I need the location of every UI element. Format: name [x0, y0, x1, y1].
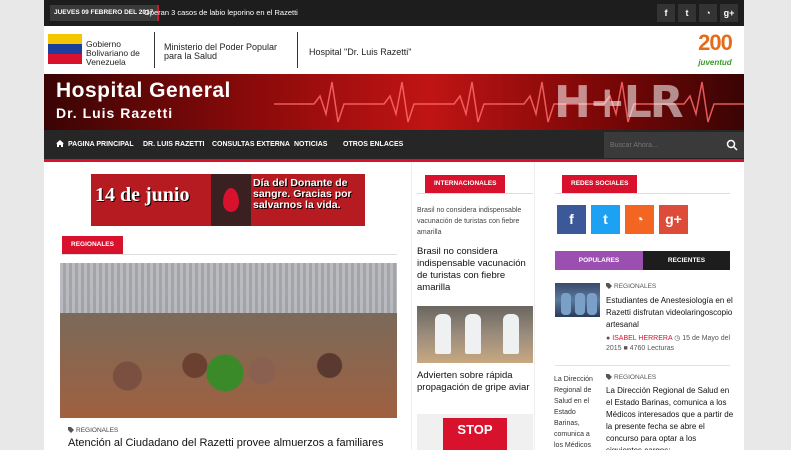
- google-plus-icon[interactable]: g+: [659, 205, 688, 234]
- clock-icon: ◷: [674, 335, 681, 342]
- page: JUEVES 09 FEBRERO DEL 2017 Operan 3 caso…: [44, 0, 744, 450]
- twitter-icon[interactable]: t: [678, 4, 696, 22]
- divider: [154, 32, 155, 68]
- blood-donor-ad[interactable]: 14 de junio Día del Donante de sangre. G…: [91, 174, 365, 226]
- hlr-logo: H+LR: [554, 77, 684, 128]
- nav-item-otros-enlaces[interactable]: OTROS ENLACES: [343, 130, 403, 159]
- ad-date: 14 de junio: [95, 184, 190, 206]
- post-thumbnail[interactable]: [555, 283, 600, 317]
- tag-icon: [606, 283, 612, 289]
- category-label: REGIONALES: [76, 427, 119, 434]
- tag-icon: [606, 374, 612, 380]
- post-author[interactable]: ISABEL HERRERA: [612, 335, 672, 342]
- gripe-aviar-image[interactable]: [417, 306, 533, 363]
- category-label: REGIONALES: [614, 283, 657, 290]
- banner-subtitle: Dr. Luis Razetti: [56, 105, 174, 121]
- ad-text: Día del Donante de sangre. Gracias por s…: [253, 177, 352, 211]
- blood-drop-icon: [223, 188, 239, 212]
- ad-image: [211, 174, 251, 226]
- news-ticker[interactable]: Operan 3 casos de labio leporino en el R…: [144, 5, 298, 21]
- search-icon[interactable]: [726, 139, 738, 151]
- venezuela-flag-icon: [48, 34, 82, 64]
- date-label: JUEVES 09 FEBRERO DEL 2017: [50, 5, 160, 21]
- post-category[interactable]: REGIONALES: [606, 282, 656, 290]
- stop-label: STOP: [457, 422, 493, 437]
- post-title[interactable]: La Dirección Regional de Salud en el Est…: [606, 385, 734, 450]
- google-plus-icon[interactable]: g+: [720, 4, 738, 22]
- post-thumbnail-text[interactable]: La Dirección Regional de Salud en el Est…: [554, 374, 596, 450]
- twitter-icon[interactable]: t: [591, 205, 620, 234]
- stop-image[interactable]: STOP: [417, 414, 533, 450]
- featured-article-image[interactable]: [60, 263, 397, 418]
- juventud-logo: 200 juventud: [688, 30, 742, 72]
- tab-recientes[interactable]: RECIENTES: [643, 251, 730, 270]
- article-summary[interactable]: Brasil no considera indispensable vacuna…: [417, 205, 535, 238]
- top-social-links: f t ◔ g+: [657, 4, 738, 22]
- facebook-icon[interactable]: f: [657, 4, 675, 22]
- government-header: Gobierno Bolivariano de Venezuela Minist…: [44, 26, 744, 74]
- post-divider: [555, 365, 730, 366]
- banner-title: Hospital General: [56, 79, 231, 102]
- nav-item-razetti[interactable]: DR. LUIS RAZETTI: [143, 130, 204, 159]
- hospital-label: Hospital "Dr. Luis Razetti": [309, 47, 412, 57]
- post-title[interactable]: Estudiantes de Anestesiología en el Raze…: [606, 295, 734, 331]
- home-icon: [56, 140, 64, 147]
- section-tab-redes-sociales: REDES SOCIALES: [562, 175, 638, 193]
- section-divider: [555, 193, 730, 194]
- social-links: f t ◔ g+: [557, 205, 688, 234]
- article-headline[interactable]: Brasil no considera indispensable vacuna…: [417, 246, 535, 294]
- eye-icon: ■: [623, 345, 628, 352]
- search-box: [604, 132, 744, 158]
- section-divider: [62, 254, 397, 255]
- search-input[interactable]: [604, 132, 724, 158]
- article-headline[interactable]: Advierten sobre rápida propagación de gr…: [417, 370, 535, 394]
- user-icon: ●: [606, 335, 611, 342]
- divider: [297, 32, 298, 68]
- ministry-label: Ministerio del Poder Popular para la Sal…: [164, 42, 278, 61]
- tab-populares[interactable]: POPULARES: [555, 251, 643, 270]
- section-tab-regionales[interactable]: REGIONALES: [62, 236, 123, 254]
- facebook-icon[interactable]: f: [557, 205, 586, 234]
- featured-headline[interactable]: Atención al Ciudadano del Razetti provee…: [68, 437, 398, 450]
- hospital-banner[interactable]: Hospital General Dr. Luis Razetti H+LR: [44, 74, 744, 130]
- government-label: Gobierno Bolivariano de Venezuela: [86, 39, 140, 67]
- article-category[interactable]: REGIONALES: [68, 426, 118, 434]
- post-reads: 4760 Lecturas: [629, 345, 675, 352]
- main-navigation: PAGINA PRINCIPAL DR. LUIS RAZETTI CONSUL…: [44, 130, 744, 162]
- post-meta: ● ISABEL HERRERA ◷ 15 de Mayo del 2015 ■…: [606, 334, 734, 354]
- nav-item-noticias[interactable]: NOTICIAS: [294, 130, 327, 159]
- section-tab-internacionales[interactable]: INTERNACIONALES: [425, 175, 506, 193]
- nav-item-consultas[interactable]: CONSULTAS EXTERNA: [212, 130, 290, 159]
- popular-recent-tabs: POPULARES RECIENTES: [555, 251, 730, 270]
- nav-label: PAGINA PRINCIPAL: [68, 141, 134, 148]
- category-label: REGIONALES: [614, 374, 657, 381]
- logo-number: 200: [698, 30, 733, 55]
- rss-icon[interactable]: ◔: [625, 205, 654, 234]
- post-category[interactable]: REGIONALES: [606, 373, 656, 381]
- top-bar: JUEVES 09 FEBRERO DEL 2017 Operan 3 caso…: [44, 0, 744, 26]
- section-divider: [417, 193, 533, 194]
- logo-subtitle: juventud: [698, 58, 732, 67]
- nav-item-home[interactable]: PAGINA PRINCIPAL: [56, 130, 134, 159]
- tag-icon: [68, 427, 74, 433]
- rss-icon[interactable]: ◔: [699, 4, 717, 22]
